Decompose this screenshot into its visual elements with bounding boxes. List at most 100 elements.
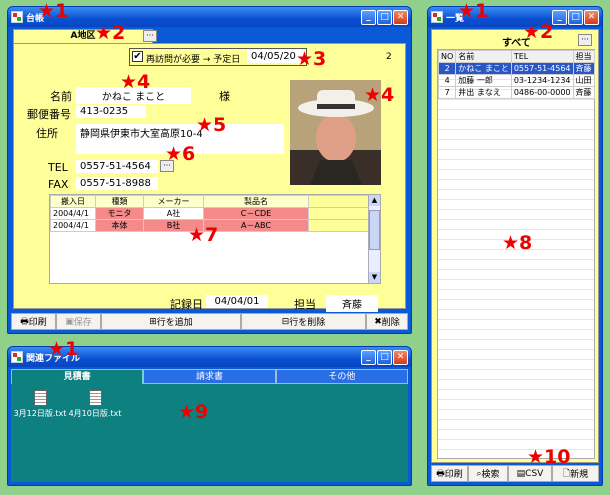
scheduled-date-field[interactable]: 04/05/20 <box>247 50 303 63</box>
tab-more-button[interactable]: ··· <box>143 30 157 42</box>
annotation-star-1: ★1 <box>458 0 489 22</box>
filter-more-button[interactable]: ··· <box>578 34 592 46</box>
delete-icon: ✖ <box>374 316 382 327</box>
files-area: 3月12日版.txt 4月10日版.txt <box>11 384 408 482</box>
save-icon: ▣ <box>65 316 74 327</box>
ledger-title: 台帳 <box>26 13 45 24</box>
ledger-form: ✔ 再訪問が必要 → 予定日 04/05/20 2 名前 かねこ まこと 様 郵… <box>13 43 406 312</box>
col-header: 種類 <box>95 195 144 208</box>
table-cell[interactable]: A－ABC <box>203 219 309 232</box>
file-name: 4月10日版.txt <box>68 409 122 418</box>
list-row[interactable]: 4 加藤 一郎 03-1234-1234 山田 <box>437 74 595 87</box>
zip-field[interactable]: 413-0235 <box>76 105 146 118</box>
table-cell[interactable]: 4 <box>437 74 457 87</box>
zip-label: 郵便番号 <box>27 108 71 121</box>
ledger-window: 台帳 _ □ ✕ A地区 ··· ✔ 再訪問が必要 → 予定日 04/05/20… <box>7 6 412 334</box>
add-row-button[interactable]: ⊞ 行を追加 <box>101 313 241 330</box>
list-row-selected[interactable]: 2 かねこ まこと 0557-51-4564 斉藤 <box>437 62 595 75</box>
close-button[interactable]: ✕ <box>584 9 599 25</box>
honorific-label: 様 <box>219 90 230 103</box>
record-count: 2 <box>386 52 392 62</box>
table-cell[interactable]: 本体 <box>95 219 144 232</box>
col-header: TEL <box>510 50 574 63</box>
search-button[interactable]: ⌕ 検索 <box>468 465 508 482</box>
annotation-star-7: ★7 <box>188 224 219 246</box>
col-header: メーカー <box>143 195 204 208</box>
annotation-star-4: ★4 <box>364 84 395 106</box>
revisit-label: 再訪問が必要 → 予定日 <box>146 55 241 65</box>
list-print-button[interactable]: 🖶 印刷 <box>431 465 468 482</box>
file-item[interactable]: 4月10日版.txt <box>66 390 124 419</box>
annotation-star-10: ★10 <box>527 446 571 468</box>
table-cell[interactable]: 0486-00-0000 <box>510 86 574 99</box>
table-cell[interactable]: 山田 <box>572 74 595 87</box>
fax-field[interactable]: 0557-51-8988 <box>76 177 158 190</box>
close-button[interactable]: ✕ <box>393 9 408 25</box>
print-icon: 🖶 <box>436 468 445 479</box>
delete-button[interactable]: ✖ 削除 <box>366 313 408 330</box>
tab-label: A地区 <box>70 31 96 41</box>
scroll-up-icon[interactable]: ▲ <box>369 195 380 206</box>
add-row-icon: ⊞ <box>149 316 157 327</box>
revisit-checkbox[interactable]: ✔ <box>132 51 143 62</box>
tab-other[interactable]: その他 <box>275 369 408 384</box>
minimize-button[interactable]: _ <box>361 349 376 365</box>
table-cell[interactable]: 7 <box>437 86 457 99</box>
minimize-button[interactable]: _ <box>361 9 376 25</box>
print-button[interactable]: 🖶 印刷 <box>11 313 56 330</box>
staff-field[interactable]: 斉藤 <box>326 295 378 312</box>
text-file-icon <box>88 390 102 406</box>
col-header: 名前 <box>455 50 512 63</box>
annotation-star-1: ★1 <box>48 338 79 360</box>
tel-field[interactable]: 0557-51-4564 <box>76 160 158 173</box>
table-cell[interactable]: 2004/4/1 <box>50 207 96 220</box>
app-icon <box>431 11 443 23</box>
file-item[interactable]: 3月12日版.txt <box>11 390 69 419</box>
scroll-thumb[interactable] <box>369 210 380 250</box>
tab-estimate[interactable]: 見積書 <box>11 369 144 384</box>
address-label: 住所 <box>36 127 58 140</box>
address-field[interactable]: 静岡県伊東市大室高原10-4 <box>76 124 284 141</box>
maximize-button[interactable]: □ <box>377 349 392 365</box>
maximize-button[interactable]: □ <box>377 9 392 25</box>
save-button[interactable]: ▣ 保存 <box>56 313 101 330</box>
annotation-star-5: ★5 <box>196 114 227 136</box>
table-cell[interactable]: A社 <box>143 207 204 220</box>
table-cell[interactable]: C－CDE <box>203 207 309 220</box>
ledger-titlebar[interactable]: 台帳 _ □ ✕ <box>8 7 411 27</box>
minimize-button[interactable]: _ <box>552 9 567 25</box>
annotation-star-3: ★3 <box>296 48 327 70</box>
table-row[interactable]: 2004/4/1 モニタ A社 C－CDE <box>50 207 380 220</box>
annotation-star-4: ★4 <box>120 71 151 93</box>
tab-a-district[interactable]: A地区 <box>13 29 153 43</box>
scroll-down-icon[interactable]: ▼ <box>369 272 380 283</box>
record-date-field[interactable]: 04/04/01 <box>206 295 268 308</box>
app-icon <box>11 351 23 363</box>
annotation-star-1: ★1 <box>38 0 69 22</box>
annotation-star-2: ★2 <box>95 22 126 44</box>
list-row[interactable]: 7 井出 まなえ 0486-00-0000 斉藤 <box>437 86 595 99</box>
list-titlebar[interactable]: 一覧 _ □ ✕ <box>428 7 602 27</box>
tab-invoice[interactable]: 請求書 <box>143 369 276 384</box>
table-cell[interactable]: 0557-51-4564 <box>510 62 574 75</box>
table-cell[interactable]: 井出 まなえ <box>455 86 512 99</box>
table-cell[interactable]: 加藤 一郎 <box>455 74 512 87</box>
app-icon <box>11 11 23 23</box>
col-header: NO <box>437 50 457 63</box>
table-cell[interactable]: モニタ <box>95 207 144 220</box>
table-cell[interactable]: 03-1234-1234 <box>510 74 574 87</box>
table-cell[interactable]: 2004/4/1 <box>50 219 96 232</box>
list-table: NO 名前 TEL 担当 2 かねこ まこと 0557-51-4564 斉藤 4 <box>437 49 595 459</box>
fax-label: FAX <box>48 178 69 191</box>
table-cell[interactable]: かねこ まこと <box>455 62 512 75</box>
table-cell[interactable]: 斉藤 <box>572 86 595 99</box>
close-button[interactable]: ✕ <box>393 349 408 365</box>
maximize-button[interactable]: □ <box>568 9 583 25</box>
delete-row-button[interactable]: ⊟ 行を削除 <box>241 313 366 330</box>
annotation-star-9: ★9 <box>178 401 209 423</box>
table-cell[interactable]: 斉藤 <box>572 62 595 75</box>
table-scrollbar[interactable]: ▲ ▼ <box>368 195 380 283</box>
col-header: 搬入日 <box>50 195 96 208</box>
tel-label: TEL <box>48 161 68 174</box>
table-cell[interactable]: 2 <box>437 62 457 75</box>
